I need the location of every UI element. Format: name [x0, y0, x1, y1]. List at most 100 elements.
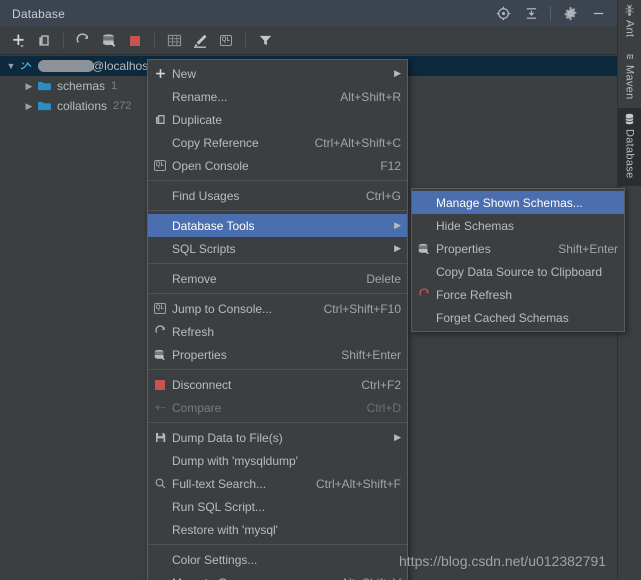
modify-button[interactable] — [188, 29, 212, 53]
menu-item-run-sql-script[interactable]: Run SQL Script... — [148, 495, 407, 518]
gear-icon[interactable] — [561, 5, 579, 23]
menu-item-dump-data-to-files[interactable]: Dump Data to File(s) ▶ — [148, 426, 407, 449]
menu-label: Rename... — [172, 89, 228, 104]
menu-label: Open Console — [172, 158, 249, 173]
database-tool-window: Database QL ▼ @localhost ▶ schemas 1 ▶ c… — [0, 0, 641, 580]
save-icon — [148, 431, 172, 444]
menu-label: Database Tools — [172, 218, 255, 233]
locate-icon[interactable] — [494, 5, 512, 23]
menu-item-restore-with-mysql[interactable]: Restore with 'mysql' — [148, 518, 407, 541]
tree-count-schemas: 1 — [111, 80, 118, 92]
collapse-all-icon[interactable] — [522, 5, 540, 23]
properties-button[interactable] — [97, 29, 121, 53]
ql-icon: QL — [219, 35, 233, 46]
menu-label: Copy Data Source to Clipboard — [436, 264, 603, 279]
database-icon — [623, 112, 636, 126]
tool-tab-database[interactable]: Database — [617, 107, 641, 187]
database-toolbar: QL — [0, 27, 617, 55]
plus-icon — [148, 67, 172, 80]
menu-shortcut: F12 — [380, 158, 401, 173]
chevron-right-icon: ▶ — [394, 68, 401, 78]
submenu-item-forget-cached-schemas[interactable]: Forget Cached Schemas — [412, 306, 624, 329]
chevron-down-icon[interactable]: ▼ — [4, 61, 18, 71]
refresh-icon — [148, 325, 172, 338]
menu-item-full-text-search[interactable]: Full-text Search... Ctrl+Alt+Shift+F — [148, 472, 407, 495]
open-table-editor-button[interactable] — [162, 29, 186, 53]
toolbar-separator-1 — [63, 32, 64, 49]
menu-item-jump-to-console[interactable]: QL Jump to Console... Ctrl+Shift+F10 — [148, 297, 407, 320]
database-tools-submenu: Manage Shown Schemas... Hide Schemas Pro… — [411, 188, 625, 332]
mysql-datasource-icon — [18, 58, 34, 74]
submenu-item-manage-shown-schemas[interactable]: Manage Shown Schemas... — [412, 191, 624, 214]
menu-item-move-to-group[interactable]: Move to Group... Alt+Shift+V — [148, 571, 407, 580]
menu-item-dump-with-mysqldump[interactable]: Dump with 'mysqldump' — [148, 449, 407, 472]
open-console-button[interactable]: QL — [214, 29, 238, 53]
menu-label: Copy Reference — [172, 135, 259, 150]
tool-tab-maven[interactable]: m Maven — [618, 45, 641, 108]
menu-item-remove[interactable]: Remove Delete — [148, 267, 407, 290]
menu-item-color-settings[interactable]: Color Settings... — [148, 548, 407, 571]
menu-shortcut: Ctrl+Alt+Shift+F — [315, 476, 401, 491]
menu-label: Run SQL Script... — [172, 499, 265, 514]
menu-shortcut: Ctrl+F2 — [361, 377, 401, 392]
menu-shortcut: Ctrl+Shift+F10 — [323, 301, 401, 316]
menu-separator — [148, 180, 407, 181]
menu-separator — [148, 263, 407, 264]
submenu-item-hide-schemas[interactable]: Hide Schemas — [412, 214, 624, 237]
menu-separator — [148, 544, 407, 545]
chevron-right-icon[interactable]: ▶ — [22, 101, 36, 112]
tool-tab-label-maven: Maven — [623, 65, 636, 100]
titlebar-separator — [550, 6, 551, 21]
toolbar-separator-2 — [154, 32, 155, 49]
stop-red-icon — [130, 35, 140, 46]
menu-label: Forget Cached Schemas — [436, 310, 569, 325]
menu-item-refresh[interactable]: Refresh — [148, 320, 407, 343]
copy-icon — [148, 113, 172, 126]
force-refresh-icon — [412, 288, 436, 301]
menu-label: Properties — [172, 347, 227, 362]
menu-label: SQL Scripts — [172, 241, 236, 256]
toolbar-separator-3 — [245, 32, 246, 49]
search-icon — [148, 477, 172, 490]
svg-text:m: m — [626, 51, 633, 62]
chevron-right-icon: ▶ — [394, 432, 401, 442]
menu-item-database-tools[interactable]: Database Tools ▶ — [148, 214, 407, 237]
menu-separator — [148, 293, 407, 294]
menu-shortcut: Ctrl+D — [366, 400, 401, 415]
wrench-icon — [148, 348, 172, 362]
disconnect-button[interactable] — [123, 29, 147, 53]
refresh-button[interactable] — [71, 29, 95, 53]
menu-separator — [148, 369, 407, 370]
menu-label: Find Usages — [172, 188, 240, 203]
duplicate-button[interactable] — [32, 29, 56, 53]
menu-item-rename[interactable]: Rename... Alt+Shift+R — [148, 85, 407, 108]
menu-label: Refresh — [172, 324, 215, 339]
menu-item-properties[interactable]: Properties Shift+Enter — [148, 343, 407, 366]
menu-shortcut: Ctrl+G — [365, 188, 401, 203]
menu-label: Color Settings... — [172, 552, 258, 567]
tree-label-collations: collations — [57, 99, 108, 113]
maven-icon: m — [623, 49, 637, 62]
menu-item-find-usages[interactable]: Find Usages Ctrl+G — [148, 184, 407, 207]
ql-icon: QL — [148, 160, 172, 171]
menu-shortcut: Shift+Enter — [341, 347, 401, 362]
folder-icon — [36, 79, 52, 93]
menu-item-duplicate[interactable]: Duplicate — [148, 108, 407, 131]
ql-icon: QL — [148, 303, 172, 314]
tool-tab-ant[interactable]: Ant — [618, 0, 641, 45]
menu-item-sql-scripts[interactable]: SQL Scripts ▶ — [148, 237, 407, 260]
menu-shortcut: Ctrl+Alt+Shift+C — [314, 135, 401, 150]
menu-item-open-console[interactable]: QL Open Console F12 — [148, 154, 407, 177]
titlebar-actions — [494, 5, 617, 23]
submenu-item-force-refresh[interactable]: Force Refresh — [412, 283, 624, 306]
menu-item-copy-reference[interactable]: Copy Reference Ctrl+Alt+Shift+C — [148, 131, 407, 154]
filter-button[interactable] — [253, 29, 277, 53]
menu-label: Duplicate — [172, 112, 223, 127]
add-button[interactable] — [6, 29, 30, 53]
submenu-item-properties[interactable]: Properties Shift+Enter — [412, 237, 624, 260]
chevron-right-icon[interactable]: ▶ — [22, 81, 36, 92]
submenu-item-copy-data-source-to-clipboard[interactable]: Copy Data Source to Clipboard — [412, 260, 624, 283]
menu-item-disconnect[interactable]: Disconnect Ctrl+F2 — [148, 373, 407, 396]
menu-item-new[interactable]: New ▶ — [148, 62, 407, 85]
minimize-icon[interactable] — [589, 5, 607, 23]
